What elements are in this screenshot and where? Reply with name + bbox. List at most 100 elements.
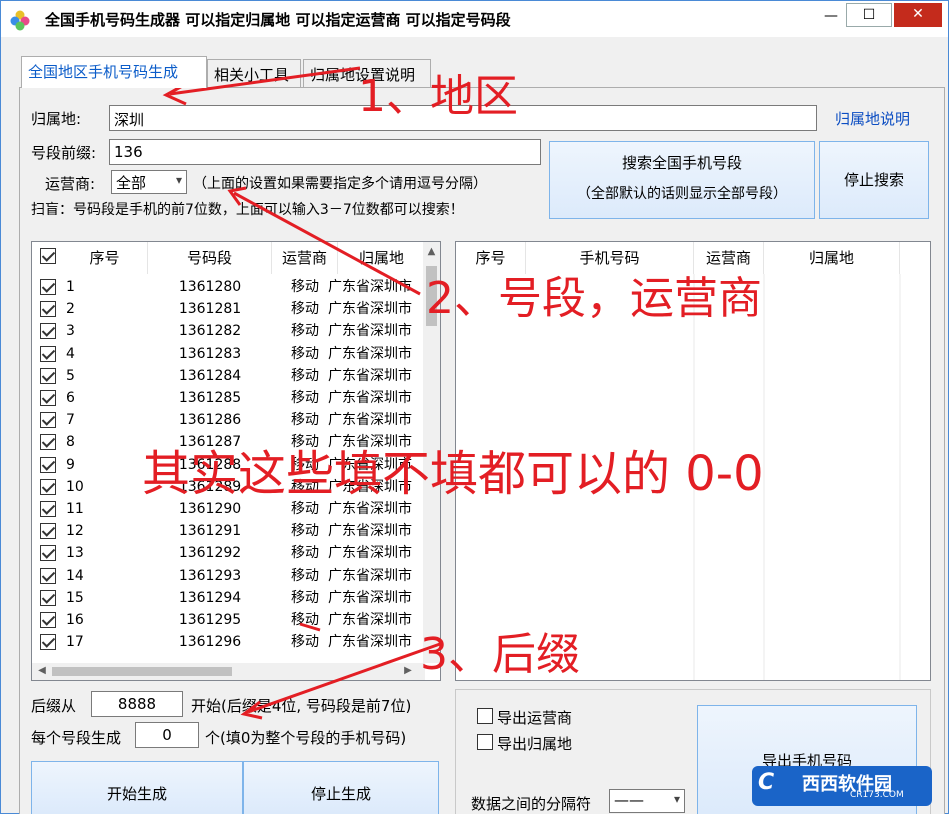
carrier-hint: （上面的设置如果需要指定多个请用逗号分隔） <box>193 176 487 192</box>
row-checkbox[interactable] <box>40 412 56 429</box>
row-index: 6 <box>66 390 75 406</box>
export-region-checkbox[interactable] <box>477 734 493 750</box>
suffix-input[interactable]: 8888 <box>91 691 183 717</box>
row-checkbox[interactable] <box>40 523 56 540</box>
separator-select[interactable]: —— ▾ <box>609 789 685 813</box>
search-button-sublabel: （全部默认的话则显示全部号段） <box>577 186 787 202</box>
start-generate-button[interactable]: 开始生成 <box>31 761 243 814</box>
tab-tools[interactable]: 相关小工具 <box>207 59 301 87</box>
annotation-suffix: 3、后缀 <box>420 629 580 680</box>
table-row[interactable]: 17 1361296 移动 广东省深圳市 <box>32 631 440 653</box>
col-header-carrier[interactable]: 运营商 <box>272 242 338 274</box>
suffix-from-label: 后缀从 <box>31 697 77 715</box>
row-segment: 1361292 <box>178 545 242 562</box>
row-checkbox[interactable] <box>40 434 56 451</box>
table-row[interactable]: 1 1361280 移动 广东省深圳市 <box>32 276 440 298</box>
row-region: 广东省深圳市 <box>328 523 412 540</box>
horizontal-scrollbar[interactable]: ◀ ▶ <box>32 663 425 680</box>
chevron-down-icon: ▾ <box>673 792 680 806</box>
scroll-left-icon[interactable]: ◀ <box>36 665 48 676</box>
row-checkbox[interactable] <box>40 612 56 628</box>
carrier-label: 运营商: <box>45 175 96 193</box>
row-region: 广东省深圳市 <box>328 345 412 362</box>
select-all-checkbox[interactable] <box>40 248 56 264</box>
maximize-button[interactable]: ☐ <box>846 3 892 27</box>
table-row[interactable]: 5 1361284 移动 广东省深圳市 <box>32 365 440 387</box>
search-button[interactable]: 搜索全国手机号段 （全部默认的话则显示全部号段） <box>549 141 815 219</box>
row-index: 14 <box>66 567 84 584</box>
row-index: 3 <box>66 323 75 340</box>
table-row[interactable]: 13 1361292 移动 广东省深圳市 <box>32 542 440 564</box>
close-button[interactable]: ✕ <box>894 3 942 27</box>
row-region: 广东省深圳市 <box>328 567 412 584</box>
table-row[interactable]: 4 1361283 移动 广东省深圳市 <box>32 343 440 365</box>
carrier-select[interactable]: 全部 ▾ <box>111 170 187 194</box>
row-segment: 1361291 <box>178 523 242 540</box>
row-index: 8 <box>66 434 75 451</box>
col-header-region[interactable]: 归属地 <box>338 242 426 274</box>
watermark-site: CR173.COM <box>850 790 904 800</box>
prefix-input[interactable]: 136 <box>109 139 541 165</box>
separator-label: 数据之间的分隔符 <box>471 795 592 813</box>
table-row[interactable]: 7 1361286 移动 广东省深圳市 <box>32 409 440 431</box>
row-checkbox[interactable] <box>40 478 56 495</box>
chevron-down-icon: ▾ <box>175 173 182 187</box>
separator-select-value: —— <box>614 791 644 809</box>
site-watermark: C 西西软件园 CR173.COM <box>752 766 932 806</box>
row-checkbox[interactable] <box>40 390 56 406</box>
row-checkbox[interactable] <box>40 345 56 362</box>
row-index: 15 <box>66 589 84 606</box>
col-header-region[interactable]: 归属地 <box>764 242 900 274</box>
region-help-link[interactable]: 归属地说明 <box>835 108 910 129</box>
export-carrier-label: 导出运营商 <box>497 709 573 727</box>
col-header-index[interactable]: 序号 <box>62 242 148 274</box>
row-segment: 1361281 <box>178 301 242 318</box>
row-region: 广东省深圳市 <box>328 301 412 318</box>
row-checkbox[interactable] <box>40 456 56 473</box>
info-note: 扫盲：号码段是手机的前7位数，上面可以输入3－7位数都可以搜索！ <box>31 202 464 218</box>
col-header-segment[interactable]: 号码段 <box>148 242 272 274</box>
row-segment: 1361293 <box>178 567 242 584</box>
row-checkbox[interactable] <box>40 279 56 295</box>
annotation-region: 1、地区 <box>358 71 518 122</box>
row-checkbox[interactable] <box>40 567 56 584</box>
prefix-label: 号段前缀: <box>31 144 97 162</box>
row-checkbox[interactable] <box>40 545 56 562</box>
row-index: 4 <box>66 345 75 362</box>
row-index: 17 <box>66 634 84 651</box>
annotation-optional-note: 其实这些填不填都可以的 0-0 <box>142 446 764 502</box>
table-row[interactable]: 15 1361294 移动 广东省深圳市 <box>32 587 440 609</box>
table-row[interactable]: 2 1361281 移动 广东省深圳市 <box>32 298 440 320</box>
row-checkbox[interactable] <box>40 301 56 318</box>
stop-generate-button[interactable]: 停止生成 <box>243 761 439 814</box>
row-region: 广东省深圳市 <box>328 279 412 295</box>
scroll-right-icon[interactable]: ▶ <box>402 665 414 676</box>
stop-search-button[interactable]: 停止搜索 <box>819 141 929 219</box>
row-index: 16 <box>66 612 84 628</box>
row-checkbox[interactable] <box>40 323 56 340</box>
row-index: 11 <box>66 501 84 517</box>
hscroll-thumb[interactable] <box>52 667 232 676</box>
table-row[interactable]: 3 1361282 移动 广东省深圳市 <box>32 320 440 342</box>
table-row[interactable]: 6 1361285 移动 广东省深圳市 <box>32 387 440 409</box>
search-button-label: 搜索全国手机号段 <box>621 154 742 172</box>
export-carrier-checkbox[interactable] <box>477 708 493 724</box>
row-region: 广东省深圳市 <box>328 589 412 606</box>
count-input[interactable]: 0 <box>135 722 199 748</box>
row-checkbox[interactable] <box>40 634 56 651</box>
table-row[interactable]: 14 1361293 移动 广东省深圳市 <box>32 565 440 587</box>
table-row[interactable]: 12 1361291 移动 广东省深圳市 <box>32 520 440 542</box>
row-checkbox[interactable] <box>40 367 56 384</box>
tab-generate[interactable]: 全国地区手机号码生成 <box>21 56 207 88</box>
annotation-segment-carrier: 2、号段，运营商 <box>426 273 762 324</box>
row-index: 9 <box>66 456 75 473</box>
table-row[interactable]: 16 1361295 移动 广东省深圳市 <box>32 609 440 631</box>
row-segment: 1361286 <box>178 412 242 429</box>
scroll-up-icon[interactable]: ▲ <box>423 246 440 257</box>
suffix-hint: 开始(后缀是4位, 号码段是前7位) <box>191 697 412 715</box>
row-index: 12 <box>66 523 84 540</box>
watermark-logo: C <box>758 770 775 795</box>
count-label: 每个号段生成 <box>31 729 122 747</box>
row-checkbox[interactable] <box>40 589 56 606</box>
row-checkbox[interactable] <box>40 501 56 517</box>
